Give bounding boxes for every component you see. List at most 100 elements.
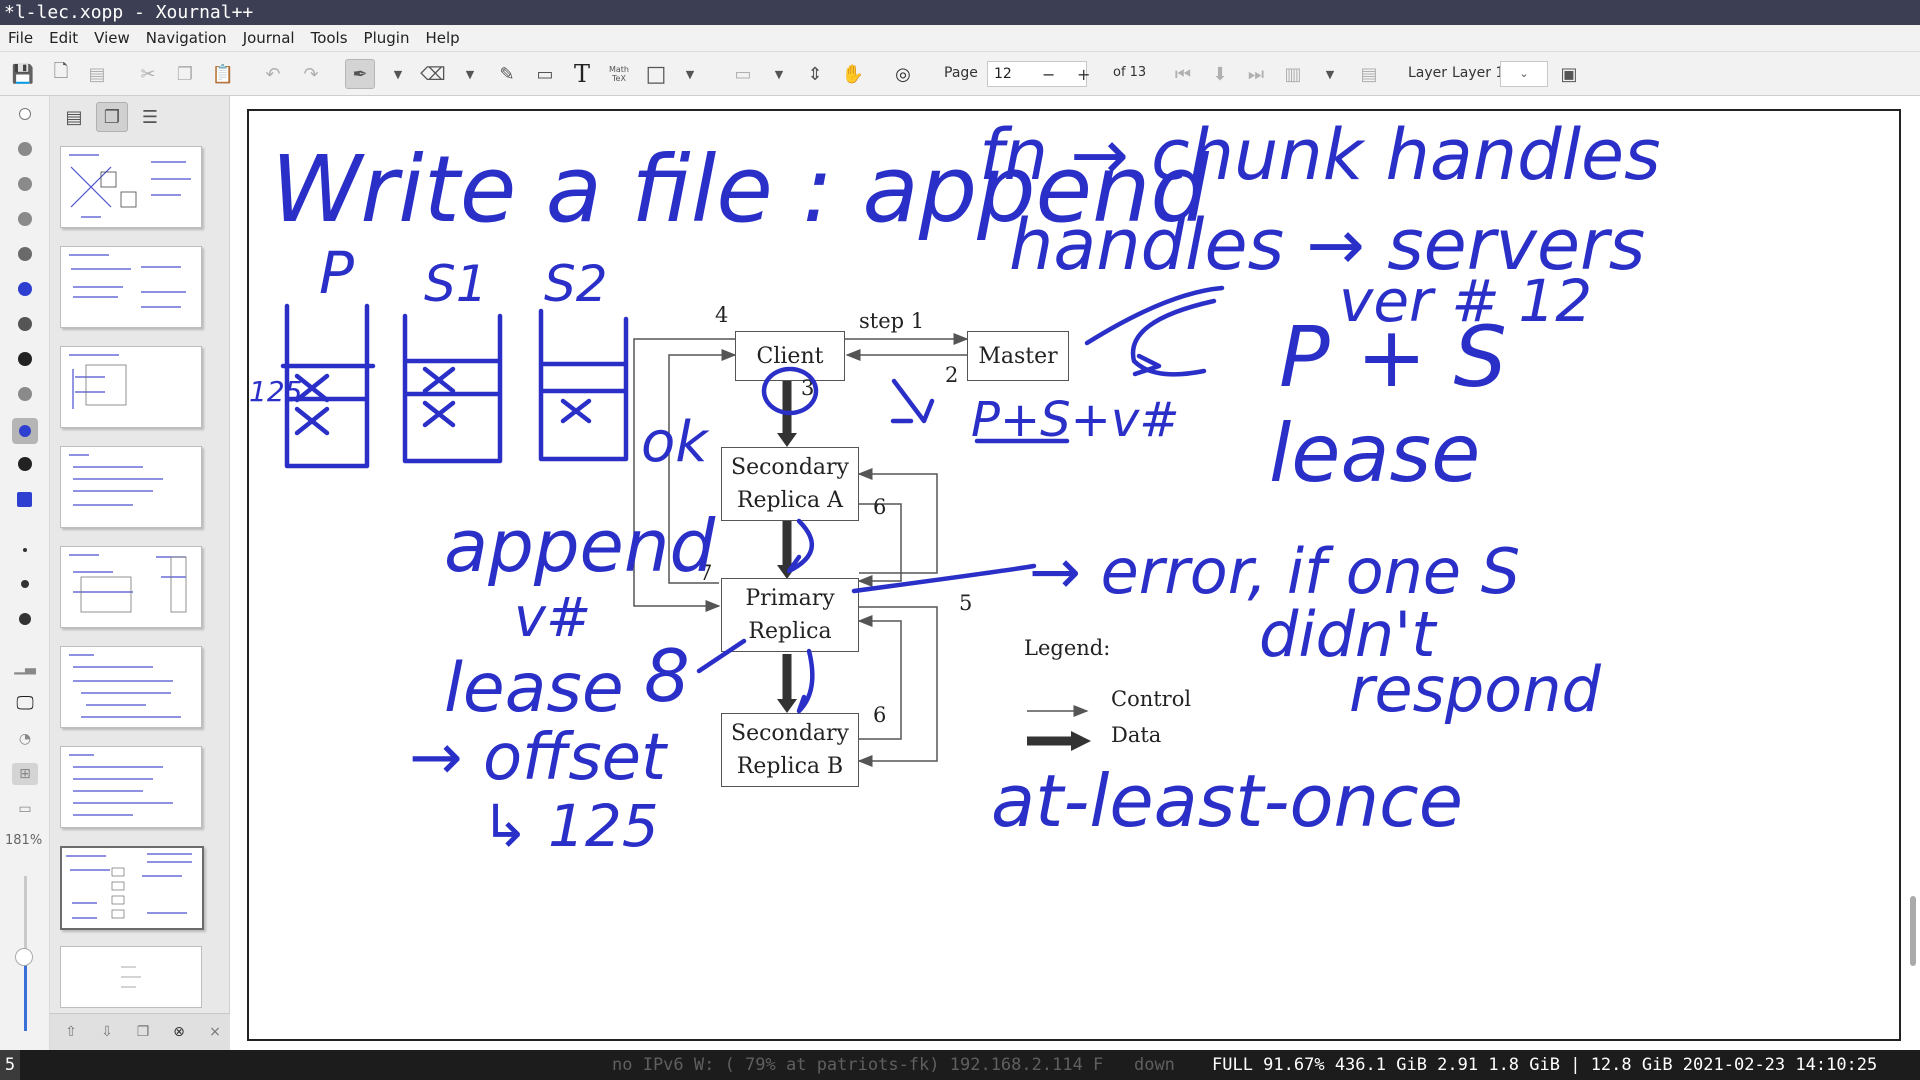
ink-label-s2: S2: [544, 255, 608, 313]
text-tool-icon[interactable]: T: [567, 59, 597, 89]
ink-arrow-master-ver: [1084, 285, 1225, 346]
color-blue-dot-icon[interactable]: [18, 282, 32, 296]
menu-view[interactable]: View: [86, 29, 138, 47]
shape-rectangle-icon[interactable]: □: [641, 59, 671, 89]
zoom-slider[interactable]: [15, 876, 33, 1031]
menu-journal[interactable]: Journal: [235, 29, 303, 47]
color-darkgray-dot-icon[interactable]: [18, 317, 32, 331]
color-gray5-dot-icon[interactable]: [18, 387, 32, 401]
size-medium-dot-icon[interactable]: [21, 580, 29, 588]
canvas-area[interactable]: Client Master Secondary Replica A Primar…: [230, 96, 1920, 1050]
layer-value: Layer 1: [1452, 65, 1505, 81]
page-thumbnail-4[interactable]: [60, 446, 202, 528]
delete-page-icon[interactable]: ⊗: [166, 1020, 192, 1044]
menu-plugin[interactable]: Plugin: [356, 29, 418, 47]
hand-icon[interactable]: ✋: [838, 59, 868, 89]
undo-icon[interactable]: ↶: [258, 59, 288, 89]
size-fine-dot-icon[interactable]: [19, 108, 31, 120]
stats-icon[interactable]: ▁▃: [12, 656, 38, 678]
selected-color-inner-dot-icon: [19, 425, 31, 437]
image-icon[interactable]: ▭: [530, 59, 560, 89]
eraser-options-chevron-down-icon[interactable]: ▼: [462, 59, 478, 89]
select-rect-icon[interactable]: ▭: [728, 59, 758, 89]
move-page-down-icon[interactable]: ⇩: [94, 1020, 120, 1044]
paste-icon[interactable]: 📋: [208, 59, 238, 89]
menu-edit[interactable]: Edit: [41, 29, 86, 47]
layers-tab-icon[interactable]: ☰: [134, 102, 166, 132]
zoom-slider-fill: [24, 956, 27, 1031]
page-thumbnail-3[interactable]: [60, 346, 202, 428]
page-plus-button[interactable]: +: [1077, 65, 1090, 84]
next-annotated-page-icon[interactable]: ⬇: [1205, 59, 1235, 89]
menu-file[interactable]: File: [0, 29, 41, 47]
color-black-dot-icon[interactable]: [18, 352, 32, 366]
page-fit-icon[interactable]: ▭: [12, 798, 38, 820]
highlighter-icon[interactable]: ✎: [492, 59, 522, 89]
page-thumbnail-12-selected[interactable]: [60, 846, 204, 930]
color-gray4-dot-icon[interactable]: [18, 247, 32, 261]
vertical-space-icon[interactable]: ⇕: [800, 59, 830, 89]
network-status: no IPv6 W: ( 79% at patriots-fk) 192.168…: [612, 1055, 1175, 1075]
pen-icon[interactable]: ✒: [345, 59, 375, 89]
page-minus-button[interactable]: −: [1042, 65, 1055, 84]
eraser-icon[interactable]: ⌫: [418, 59, 448, 89]
ink-arrow-error: [851, 563, 1037, 594]
pen-options-chevron-down-icon[interactable]: ▼: [390, 59, 406, 89]
menu-help[interactable]: Help: [417, 29, 467, 47]
size-small-dot-icon[interactable]: [23, 548, 27, 552]
select-chevron-down-icon[interactable]: ▼: [771, 59, 787, 89]
workspace-indicator[interactable]: 5: [0, 1050, 20, 1080]
math-tex-icon[interactable]: Math TeX: [604, 59, 634, 89]
ink-at-least-once: at-least-once: [991, 759, 1463, 843]
page-thumbnail-6[interactable]: [60, 646, 202, 728]
ink-arrow-2: [890, 378, 935, 424]
menu-tools[interactable]: Tools: [303, 29, 356, 47]
redo-icon[interactable]: ↷: [296, 59, 326, 89]
menu-navigation[interactable]: Navigation: [138, 29, 235, 47]
size-large-dot-icon[interactable]: [19, 613, 31, 625]
page-menu-icon[interactable]: ▤: [1354, 59, 1384, 89]
color-gray-dot-icon[interactable]: [18, 142, 32, 156]
monitor-icon[interactable]: 🖵: [12, 692, 38, 714]
new-file-icon[interactable]: 🗋: [46, 59, 76, 89]
page-thumbnail-7[interactable]: [60, 746, 202, 828]
fill-square-icon[interactable]: [17, 492, 32, 507]
shape-chevron-down-icon[interactable]: ▼: [682, 59, 698, 89]
play-icon[interactable]: ◎: [888, 59, 918, 89]
page-chevron-down-icon[interactable]: ▼: [1322, 59, 1338, 89]
page-thumbnail-1[interactable]: [60, 146, 202, 228]
save-icon[interactable]: 💾: [8, 59, 38, 89]
page-number-input[interactable]: 12: [987, 61, 1087, 87]
copy-page-icon[interactable]: ❐: [130, 1020, 156, 1044]
ink-append: append: [444, 504, 716, 588]
page-preview-tab-icon[interactable]: ❐: [96, 102, 128, 132]
print-icon[interactable]: ▤: [82, 59, 112, 89]
first-page-icon[interactable]: ⏮: [1168, 59, 1198, 89]
layer-dropdown-chevron-down-icon[interactable]: ⌄: [1500, 61, 1548, 87]
ink-s2-cross: [560, 398, 592, 424]
outline-tab-icon[interactable]: ▤: [58, 102, 90, 132]
ink-fn-chunk-handles: fn → chunk handles: [979, 114, 1661, 196]
system-stats: FULL 91.67% 436.1 GiB 2.91 1.8 GiB | 12.…: [1212, 1055, 1878, 1075]
move-page-up-icon[interactable]: ⇧: [58, 1020, 84, 1044]
color-gray3-dot-icon[interactable]: [18, 212, 32, 226]
color-black2-dot-icon[interactable]: [18, 457, 32, 471]
menu-bar: File Edit View Navigation Journal Tools …: [0, 25, 1920, 52]
document-page[interactable]: Client Master Secondary Replica A Primar…: [247, 109, 1901, 1041]
record-icon[interactable]: ◔: [12, 728, 38, 750]
cut-icon[interactable]: ✂: [133, 59, 163, 89]
copy-icon[interactable]: ❐: [170, 59, 200, 89]
last-page-icon[interactable]: ⏭: [1241, 59, 1271, 89]
close-sidebar-icon[interactable]: ×: [202, 1020, 228, 1044]
grid-icon[interactable]: ⊞: [12, 763, 38, 785]
ink-s1-crosses: [422, 366, 456, 428]
fullscreen-icon[interactable]: ▣: [1554, 59, 1584, 89]
vertical-scrollbar[interactable]: [1910, 896, 1916, 966]
page-thumbnail-13[interactable]: [60, 946, 202, 1008]
page-thumbnail-2[interactable]: [60, 246, 202, 328]
color-gray2-dot-icon[interactable]: [18, 177, 32, 191]
handwritten-ink-layer: Write a file : append fn → chunk handles…: [249, 114, 1661, 860]
insert-page-icon[interactable]: ▥: [1278, 59, 1308, 89]
zoom-slider-knob[interactable]: [15, 948, 33, 966]
page-thumbnail-5[interactable]: [60, 546, 202, 628]
